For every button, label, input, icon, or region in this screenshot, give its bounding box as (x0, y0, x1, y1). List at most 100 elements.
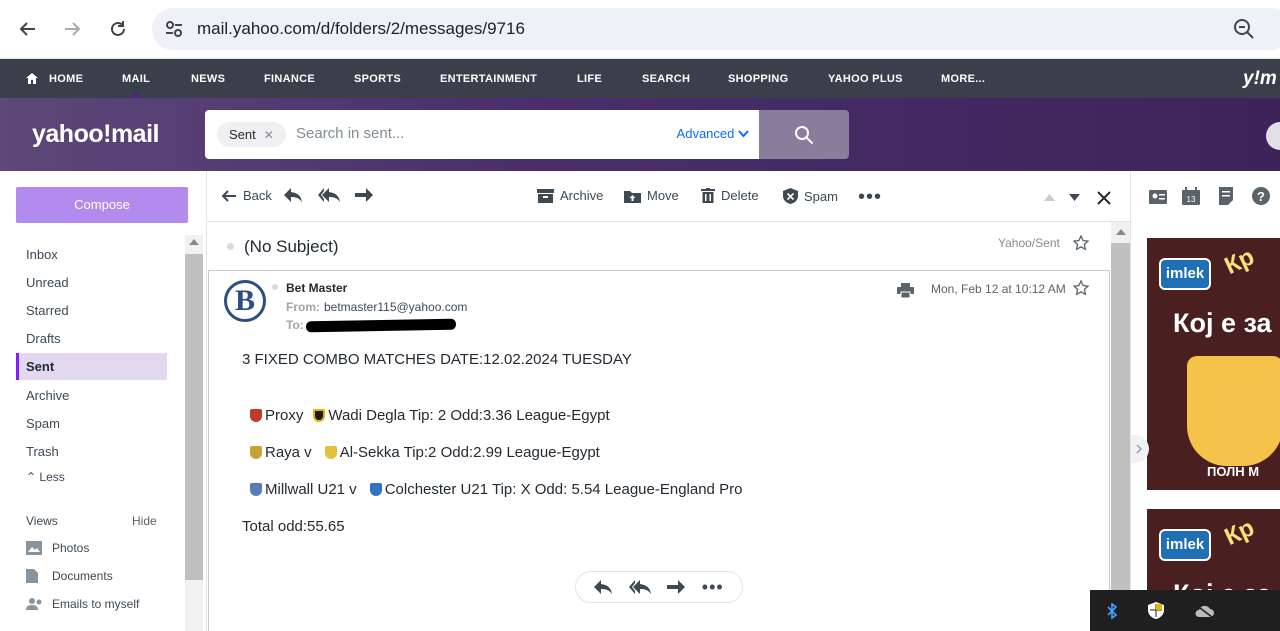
nav-mail[interactable]: MAIL (122, 59, 150, 98)
compose-button[interactable]: Compose (16, 187, 188, 223)
calendar-icon[interactable]: 13 (1182, 187, 1200, 205)
folder-sent[interactable]: Sent (16, 353, 167, 380)
notepad-icon[interactable] (1219, 187, 1233, 205)
message-toolbar: Back Archive Move Delete Spam ••• (207, 171, 1130, 222)
nav-search[interactable]: SEARCH (642, 59, 690, 98)
nav-entertainment[interactable]: ENTERTAINMENT (440, 59, 537, 98)
yahoo-mini-logo[interactable]: y!m (1243, 68, 1277, 90)
sender-name[interactable]: Bet Master (286, 281, 347, 295)
search-box[interactable]: Sent ✕ Search in sent... Advanced (205, 110, 759, 159)
nav-life[interactable]: LIFE (577, 59, 602, 98)
profile-avatar[interactable] (1266, 122, 1280, 150)
folder-path[interactable]: Yahoo/Sent (998, 236, 1060, 250)
folder-drafts[interactable]: Drafts (16, 325, 167, 352)
message-card: B Bet Master From: betmaster115@yahoo.com… (208, 270, 1110, 631)
reply-icon[interactable] (594, 580, 613, 594)
ad-brand-logo: imlek (1159, 529, 1211, 561)
match-home-team: Raya v (265, 444, 312, 461)
ad-brand-logo: imlek (1159, 258, 1211, 290)
photo-icon (26, 541, 42, 555)
nav-sports[interactable]: SPORTS (354, 59, 401, 98)
right-rail: 13 ? imlek Кр Кој е за ПОЛН М imlek Кр К… (1130, 171, 1280, 631)
redacted-recipient (305, 318, 457, 333)
reload-icon[interactable] (103, 14, 133, 44)
reply-all-icon[interactable] (628, 580, 651, 594)
cloud-offline-icon[interactable] (1194, 603, 1214, 618)
print-icon[interactable] (897, 283, 914, 298)
nav-more[interactable]: MORE... (941, 59, 985, 98)
folder-inbox[interactable]: Inbox (16, 241, 167, 268)
star-icon[interactable] (1073, 280, 1089, 296)
more-options-icon[interactable]: ••• (702, 577, 724, 598)
match-details: Wadi Degla Tip: 2 Odd:3.36 League-Egypt (328, 407, 610, 424)
from-line: From: betmaster115@yahoo.com (286, 300, 467, 314)
match-line: Millwall U21 v Colchester U21 Tip: X Odd… (250, 481, 742, 498)
from-email[interactable]: betmaster115@yahoo.com (324, 300, 467, 314)
close-icon[interactable] (1097, 191, 1111, 205)
forward-icon[interactable] (667, 580, 686, 594)
forward-arrow-icon[interactable] (57, 14, 87, 44)
chevron-up-icon: ⌃ (26, 470, 37, 484)
search-folder-chip[interactable]: Sent ✕ (217, 122, 286, 147)
rail-app-icons: 13 ? (1131, 187, 1280, 209)
search-button[interactable] (759, 110, 849, 159)
view-emails-to-myself[interactable]: Emails to myself (26, 597, 139, 611)
delete-button[interactable]: Delete (701, 188, 759, 203)
unread-dot[interactable] (227, 243, 234, 250)
folder-trash[interactable]: Trash (16, 438, 167, 465)
zoom-icon[interactable] (1232, 17, 1256, 41)
nav-finance[interactable]: FINANCE (264, 59, 315, 98)
advanced-search-button[interactable]: Advanced (677, 126, 749, 141)
nav-shopping[interactable]: SHOPPING (728, 59, 788, 98)
match-line: Raya v Al-Sekka Tip:2 Odd:2.99 League-Eg… (250, 444, 600, 461)
folder-starred[interactable]: Starred (16, 297, 167, 324)
yahoo-mail-logo[interactable]: yahoo!mail (32, 120, 159, 149)
more-options-icon[interactable]: ••• (858, 186, 882, 209)
to-line: To: (286, 318, 308, 332)
spam-button[interactable]: Spam (783, 188, 838, 204)
document-icon (26, 569, 38, 583)
home-icon (26, 73, 38, 84)
chip-close-icon[interactable]: ✕ (264, 128, 274, 142)
back-button[interactable]: Back (222, 188, 272, 203)
view-documents-label: Documents (52, 569, 113, 583)
view-documents[interactable]: Documents (26, 569, 113, 583)
to-label: To: (286, 318, 304, 332)
star-icon[interactable] (1073, 235, 1089, 251)
message-scroll-thumb[interactable] (1111, 243, 1130, 631)
reply-all-button[interactable] (318, 188, 346, 202)
bluetooth-icon[interactable] (1106, 602, 1118, 619)
search-input[interactable]: Search in sent... (296, 125, 404, 142)
back-arrow-icon[interactable] (13, 14, 43, 44)
forward-button[interactable] (355, 188, 379, 202)
scroll-up-arrow-icon[interactable] (1116, 229, 1126, 235)
folder-unread[interactable]: Unread (16, 269, 167, 296)
next-message-icon[interactable] (1069, 194, 1080, 201)
less-toggle[interactable]: ⌃ Less (26, 470, 65, 484)
view-photos[interactable]: Photos (26, 541, 89, 555)
address-bar[interactable]: mail.yahoo.com/d/folders/2/messages/9716 (152, 8, 1280, 50)
security-shield-icon[interactable] (1148, 602, 1164, 619)
back-arrow-icon (222, 189, 236, 202)
nav-yahoo-plus[interactable]: YAHOO PLUS (828, 59, 903, 98)
sender-avatar[interactable]: B (224, 280, 266, 322)
ad-product-image (1187, 356, 1280, 466)
less-label: Less (39, 470, 65, 484)
site-info-icon[interactable] (164, 19, 184, 39)
folder-archive[interactable]: Archive (16, 382, 167, 409)
nav-news[interactable]: NEWS (191, 59, 225, 98)
previous-message-icon[interactable] (1044, 194, 1055, 201)
contacts-icon[interactable] (1149, 189, 1167, 205)
move-button[interactable]: Move (624, 188, 679, 203)
body-headline: 3 FIXED COMBO MATCHES DATE:12.02.2024 TU… (242, 351, 632, 368)
scroll-up-arrow-icon[interactable] (189, 239, 199, 245)
nav-home[interactable]: HOME (49, 59, 83, 98)
help-icon[interactable]: ? (1252, 187, 1270, 205)
hide-views-button[interactable]: Hide (132, 514, 157, 528)
reply-button[interactable] (284, 188, 308, 202)
advertisement[interactable]: imlek Кр Кој е за ПОЛН М (1147, 238, 1280, 490)
folder-spam[interactable]: Spam (16, 410, 167, 437)
message-pane: Back Archive Move Delete Spam ••• (No Su… (206, 171, 1130, 631)
sidebar-scroll-thumb[interactable] (185, 254, 203, 580)
archive-button[interactable]: Archive (537, 188, 603, 203)
